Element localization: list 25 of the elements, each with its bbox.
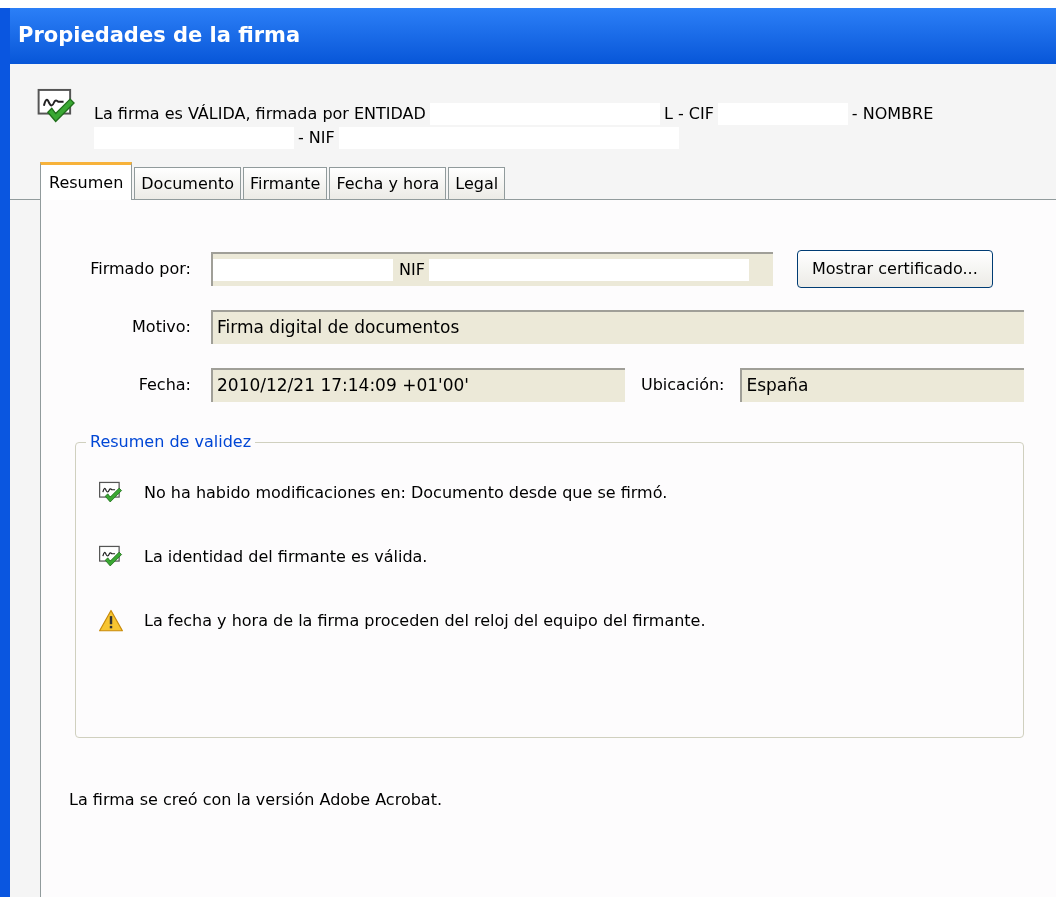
warning-icon xyxy=(98,608,124,634)
field-label: Ubicación: xyxy=(641,374,725,396)
validity-message: La fecha y hora de la firma proceden del reloj del equipo del firmante. xyxy=(144,610,706,632)
tab[interactable]: Fecha y hora xyxy=(329,167,447,199)
field-label: Fecha: xyxy=(137,374,191,396)
field-value: NIF xyxy=(399,259,425,281)
show-certificate-button[interactable]: Mostrar certificado... xyxy=(797,250,993,288)
tab[interactable]: Firmante xyxy=(243,167,328,199)
field-label: Motivo: xyxy=(131,316,191,338)
tab[interactable]: Legal xyxy=(448,167,506,199)
validity-message: No ha habido modificaciones en: Documento desde que se firmó. xyxy=(144,482,668,504)
footer-note: La firma se creó con la versión Adobe Acrobat. xyxy=(69,789,443,811)
status-text: - NOMBRE xyxy=(851,103,934,125)
tab[interactable]: Resumen xyxy=(40,162,133,200)
date-field[interactable]: 2010/12/21 17:14:09 +01'00' xyxy=(211,368,625,402)
status-text: La firma es VÁLIDA, firmada por ENTIDAD xyxy=(94,103,426,125)
signer-field[interactable]: NIF xyxy=(211,252,773,286)
window-title: Propiedades de la firma xyxy=(18,22,301,50)
status-text: - NIF xyxy=(298,127,335,149)
status-text: L - CIF xyxy=(663,103,714,125)
field-label: Firmado por: xyxy=(89,258,191,280)
reason-field[interactable]: Firma digital de documentos xyxy=(211,310,1024,344)
tab[interactable]: Documento xyxy=(134,167,241,199)
location-field[interactable]: España xyxy=(740,368,1024,402)
validity-message: La identidad del firmante es válida. xyxy=(144,546,428,568)
